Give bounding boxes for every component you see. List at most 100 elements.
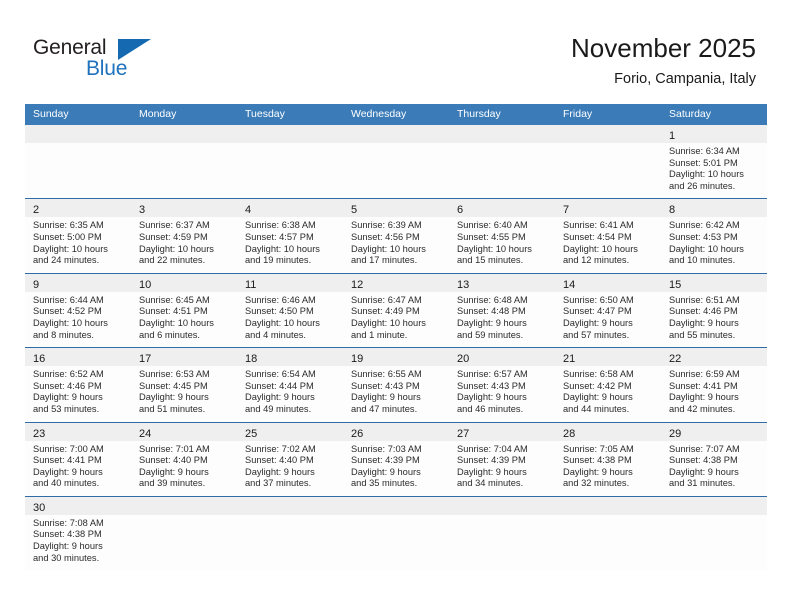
- sunset-time: Sunset: 4:45 PM: [139, 380, 208, 391]
- day-details: Sunrise: 6:58 AM Sunset: 4:42 PM Daylight:…: [555, 366, 661, 415]
- calendar-day-cell[interactable]: 6 Sunrise: 6:40 AM Sunset: 4:55 PM Daylight…: [449, 199, 555, 273]
- daylight-duration-line2: and 55 minutes.: [669, 329, 736, 340]
- day-details: Sunrise: 6:52 AM Sunset: 4:46 PM Daylight:…: [25, 366, 131, 415]
- calendar-day-cell[interactable]: 14 Sunrise: 6:50 AM Sunset: 4:47 PM Dayligh…: [555, 273, 661, 348]
- day-number-band: 29: [661, 422, 767, 441]
- title-block: November 2025 Forio, Campania, Italy: [571, 32, 756, 89]
- daylight-duration-line2: and 44 minutes.: [563, 403, 630, 414]
- calendar-day-cell[interactable]: 19 Sunrise: 6:55 AM Sunset: 4:43 PM Dayligh…: [343, 348, 449, 422]
- sunrise-time: Sunrise: 6:37 AM: [139, 220, 210, 231]
- calendar-day-cell[interactable]: 13 Sunrise: 6:48 AM Sunset: 4:48 PM Dayligh…: [449, 273, 555, 348]
- daylight-duration-line1: Daylight: 10 hours: [33, 317, 108, 328]
- day-number-band: 17: [131, 348, 237, 367]
- calendar-day-cell[interactable]: 2 Sunrise: 6:35 AM Sunset: 5:00 PM Daylight…: [25, 199, 131, 273]
- daylight-duration-line2: and 34 minutes.: [457, 478, 524, 489]
- daylight-duration-line1: Daylight: 9 hours: [351, 466, 421, 477]
- day-number: 6: [457, 204, 464, 217]
- day-details: Sunrise: 7:02 AM Sunset: 4:40 PM Daylight:…: [237, 441, 343, 490]
- sunrise-time: Sunrise: 7:05 AM: [563, 443, 634, 454]
- day-number-band: 11: [237, 273, 343, 292]
- daylight-duration-line2: and 35 minutes.: [351, 478, 418, 489]
- calendar-day-cell[interactable]: 4 Sunrise: 6:38 AM Sunset: 4:57 PM Daylight…: [237, 199, 343, 273]
- daylight-duration-line2: and 24 minutes.: [33, 255, 100, 266]
- calendar-day-cell-empty: [661, 496, 767, 571]
- day-number-band: 27: [449, 422, 555, 441]
- calendar-day-cell[interactable]: 29 Sunrise: 7:07 AM Sunset: 4:38 PM Dayligh…: [661, 422, 767, 496]
- daylight-duration-line1: Daylight: 10 hours: [563, 243, 638, 254]
- sunrise-time: Sunrise: 6:45 AM: [139, 294, 210, 305]
- day-number: 11: [245, 278, 257, 291]
- calendar-day-cell[interactable]: 11 Sunrise: 6:46 AM Sunset: 4:50 PM Dayligh…: [237, 273, 343, 348]
- calendar-day-cell[interactable]: 17 Sunrise: 6:53 AM Sunset: 4:45 PM Dayligh…: [131, 348, 237, 422]
- calendar-day-cell[interactable]: 3 Sunrise: 6:37 AM Sunset: 4:59 PM Daylight…: [131, 199, 237, 273]
- calendar-day-cell[interactable]: 7 Sunrise: 6:41 AM Sunset: 4:54 PM Daylight…: [555, 199, 661, 273]
- day-number: 26: [351, 427, 364, 440]
- calendar-day-cell[interactable]: 10 Sunrise: 6:45 AM Sunset: 4:51 PM Dayligh…: [131, 273, 237, 348]
- calendar-day-cell[interactable]: 23 Sunrise: 7:00 AM Sunset: 4:41 PM Dayligh…: [25, 422, 131, 496]
- day-number: 20: [457, 353, 470, 366]
- daylight-duration-line2: and 49 minutes.: [245, 403, 312, 414]
- day-details: Sunrise: 6:35 AM Sunset: 5:00 PM Daylight:…: [25, 217, 131, 266]
- sunset-time: Sunset: 4:47 PM: [563, 306, 632, 317]
- calendar-day-cell-empty: [131, 125, 237, 199]
- sunset-time: Sunset: 4:39 PM: [351, 455, 420, 466]
- daylight-duration-line1: Daylight: 10 hours: [457, 243, 532, 254]
- calendar-day-cell[interactable]: 30 Sunrise: 7:08 AM Sunset: 4:38 PM Dayligh…: [25, 496, 131, 571]
- daylight-duration-line2: and 12 minutes.: [563, 255, 630, 266]
- calendar-day-cell[interactable]: 1 Sunrise: 6:34 AM Sunset: 5:01 PM Daylight…: [661, 125, 767, 199]
- calendar-day-cell[interactable]: 28 Sunrise: 7:05 AM Sunset: 4:38 PM Dayligh…: [555, 422, 661, 496]
- sunrise-time: Sunrise: 7:03 AM: [351, 443, 422, 454]
- calendar-day-cell[interactable]: 18 Sunrise: 6:54 AM Sunset: 4:44 PM Dayligh…: [237, 348, 343, 422]
- daylight-duration-line1: Daylight: 9 hours: [669, 466, 739, 477]
- day-details: Sunrise: 6:46 AM Sunset: 4:50 PM Daylight:…: [237, 292, 343, 341]
- day-number: 1: [669, 130, 676, 142]
- daylight-duration-line1: Daylight: 9 hours: [33, 466, 103, 477]
- calendar-day-cell[interactable]: 9 Sunrise: 6:44 AM Sunset: 4:52 PM Daylight…: [25, 273, 131, 348]
- calendar-day-cell[interactable]: 25 Sunrise: 7:02 AM Sunset: 4:40 PM Dayligh…: [237, 422, 343, 496]
- calendar-day-cell[interactable]: 5 Sunrise: 6:39 AM Sunset: 4:56 PM Daylight…: [343, 199, 449, 273]
- calendar-day-cell[interactable]: 16 Sunrise: 6:52 AM Sunset: 4:46 PM Dayligh…: [25, 348, 131, 422]
- sunset-time: Sunset: 4:41 PM: [669, 380, 738, 391]
- day-number: 25: [245, 427, 258, 440]
- day-number-band: [131, 496, 237, 515]
- calendar-day-cell[interactable]: 15 Sunrise: 6:51 AM Sunset: 4:46 PM Dayligh…: [661, 273, 767, 348]
- daylight-duration-line2: and 39 minutes.: [139, 478, 206, 489]
- logo-text-blue: Blue: [86, 57, 128, 80]
- day-number-band: 15: [661, 273, 767, 292]
- calendar-day-cell[interactable]: 21 Sunrise: 6:58 AM Sunset: 4:42 PM Dayligh…: [555, 348, 661, 422]
- calendar-day-cell[interactable]: 20 Sunrise: 6:57 AM Sunset: 4:43 PM Dayligh…: [449, 348, 555, 422]
- calendar-day-cell[interactable]: 22 Sunrise: 6:59 AM Sunset: 4:41 PM Dayligh…: [661, 348, 767, 422]
- calendar-day-cell-empty: [25, 125, 131, 199]
- weekday-header-tuesday: Tuesday: [245, 108, 285, 120]
- daylight-duration-line2: and 17 minutes.: [351, 255, 418, 266]
- daylight-duration-line2: and 42 minutes.: [669, 403, 736, 414]
- calendar-day-cell[interactable]: 8 Sunrise: 6:42 AM Sunset: 4:53 PM Daylight…: [661, 199, 767, 273]
- weekday-header-monday: Monday: [139, 108, 177, 120]
- daylight-duration-line2: and 15 minutes.: [457, 255, 524, 266]
- day-details: Sunrise: 6:42 AM Sunset: 4:53 PM Daylight:…: [661, 217, 767, 266]
- daylight-duration-line1: Daylight: 9 hours: [457, 392, 527, 403]
- day-details: Sunrise: 6:55 AM Sunset: 4:43 PM Daylight:…: [343, 366, 449, 415]
- calendar-day-cell[interactable]: 26 Sunrise: 7:03 AM Sunset: 4:39 PM Dayligh…: [343, 422, 449, 496]
- sunrise-time: Sunrise: 6:53 AM: [139, 369, 210, 380]
- day-number-band: 28: [555, 422, 661, 441]
- day-details: Sunrise: 6:37 AM Sunset: 4:59 PM Daylight:…: [131, 217, 237, 266]
- day-number-band: 30: [25, 496, 131, 515]
- day-number: 14: [563, 278, 576, 291]
- calendar-day-cell[interactable]: 12 Sunrise: 6:47 AM Sunset: 4:49 PM Dayligh…: [343, 273, 449, 348]
- day-number: 28: [563, 427, 576, 440]
- day-number: 13: [457, 278, 470, 291]
- day-number-band: 25: [237, 422, 343, 441]
- day-number-band: 12: [343, 273, 449, 292]
- calendar-day-cell[interactable]: 27 Sunrise: 7:04 AM Sunset: 4:39 PM Dayligh…: [449, 422, 555, 496]
- calendar-grid: Sunday Monday Tuesday Wednesday Thursday Frid…: [25, 104, 767, 571]
- sunrise-time: Sunrise: 7:04 AM: [457, 443, 528, 454]
- calendar-day-cell[interactable]: 24 Sunrise: 7:01 AM Sunset: 4:40 PM Dayligh…: [131, 422, 237, 496]
- general-blue-logo[interactable]: General Blue: [33, 36, 233, 88]
- sunset-time: Sunset: 4:56 PM: [351, 231, 420, 242]
- sunrise-time: Sunrise: 6:41 AM: [563, 220, 634, 231]
- day-details: Sunrise: 6:48 AM Sunset: 4:48 PM Daylight:…: [449, 292, 555, 341]
- daylight-duration-line1: Daylight: 9 hours: [139, 466, 209, 477]
- sunset-time: Sunset: 4:40 PM: [245, 455, 314, 466]
- sunset-time: Sunset: 4:46 PM: [669, 306, 738, 317]
